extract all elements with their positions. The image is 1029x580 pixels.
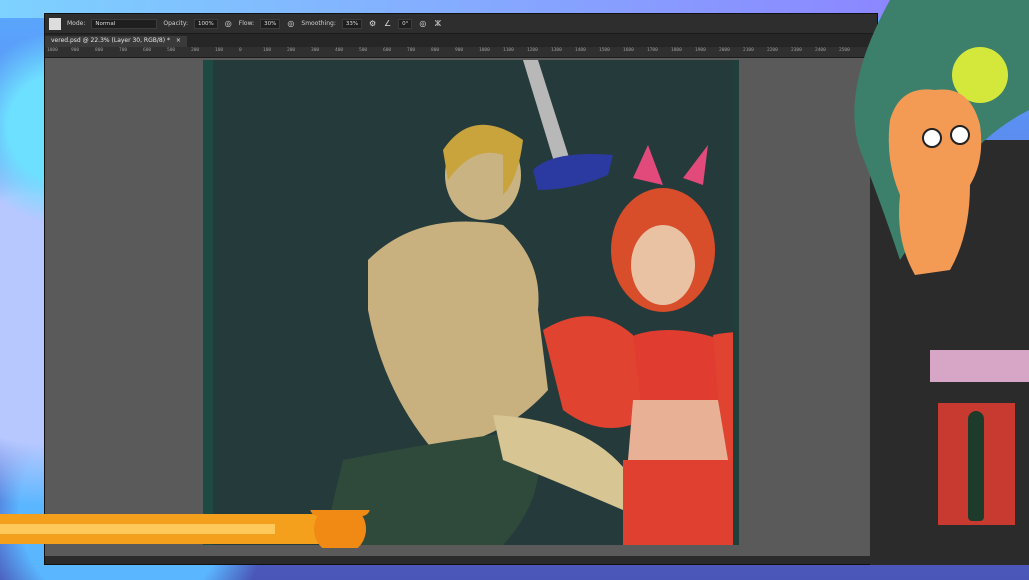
ruler-label: 900	[455, 48, 464, 53]
canvas-workspace[interactable]	[45, 58, 877, 564]
paw-icon	[314, 510, 366, 548]
pressure-opacity-icon[interactable]: ◎	[224, 19, 233, 28]
photoshop-window: Mode: Normal Opacity: 100% ◎ Flow: 30% ◎…	[45, 14, 877, 564]
progress-highlight	[0, 524, 275, 534]
document-tab-title: vered.psd @ 22.3% (Layer 30, RGB/8) *	[51, 37, 170, 44]
canvas-edge	[733, 60, 739, 545]
ruler-label: 1800	[671, 48, 682, 53]
girl-waist	[628, 400, 728, 460]
girl-face	[631, 225, 695, 305]
ruler-label: 600	[143, 48, 152, 53]
angle-field[interactable]: 0°	[398, 18, 413, 29]
ruler-label: 600	[383, 48, 392, 53]
ruler-label: 2000	[719, 48, 730, 53]
flow-field[interactable]: 30%	[260, 18, 281, 29]
ruler-label: 700	[119, 48, 128, 53]
ruler-label: 700	[407, 48, 416, 53]
ruler-label: 1400	[575, 48, 586, 53]
opacity-label: Opacity:	[163, 20, 189, 27]
settings-gear-icon[interactable]: ⚙	[368, 19, 377, 28]
symmetry-icon[interactable]: ⵣ	[433, 19, 442, 28]
reference-image-strip	[930, 350, 1029, 382]
girl-sleeve-left	[543, 316, 643, 428]
ruler-label: 900	[71, 48, 80, 53]
reference-figure	[968, 411, 984, 521]
ruler-label: 100	[263, 48, 272, 53]
horizontal-ruler: 1000 900 800 700 600 500 200 100 0 100 2…	[45, 47, 877, 58]
ruler-label: 0	[239, 48, 242, 53]
ruler-label: 1300	[551, 48, 562, 53]
girl-horn-right	[683, 145, 708, 185]
ruler-label: 1100	[503, 48, 514, 53]
brush-tool-icon[interactable]	[49, 17, 61, 30]
mode-select[interactable]: Normal	[91, 18, 158, 29]
ruler-label: 1500	[599, 48, 610, 53]
cat-eye-right	[950, 125, 970, 145]
smoothing-field[interactable]: 33%	[341, 18, 363, 29]
ruler-label: 800	[431, 48, 440, 53]
sword-hilt	[533, 154, 613, 190]
girl-shorts	[623, 460, 743, 545]
flow-label: Flow:	[238, 20, 255, 27]
ruler-label: 200	[191, 48, 200, 53]
ruler-label: 1000	[479, 48, 490, 53]
document-tab-bar: vered.psd @ 22.3% (Layer 30, RGB/8) * ×	[45, 34, 877, 47]
ruler-label: 800	[95, 48, 104, 53]
ruler-label: 500	[167, 48, 176, 53]
options-bar: Mode: Normal Opacity: 100% ◎ Flow: 30% ◎…	[45, 14, 877, 34]
ruler-label: 1700	[647, 48, 658, 53]
artwork-canvas[interactable]	[203, 60, 813, 545]
document-tab[interactable]: vered.psd @ 22.3% (Layer 30, RGB/8) * ×	[45, 36, 187, 47]
ruler-label: 200	[287, 48, 296, 53]
ruler-label: 300	[311, 48, 320, 53]
cat-eye-left	[922, 128, 942, 148]
artwork-drawing	[323, 60, 813, 545]
ruler-label: 2200	[767, 48, 778, 53]
airbrush-icon[interactable]: ◎	[286, 19, 295, 28]
angle-icon: ∠	[384, 19, 392, 28]
figure-torso	[368, 221, 548, 450]
mode-label: Mode:	[67, 20, 86, 27]
ruler-label: 500	[359, 48, 368, 53]
ruler-label: 2300	[791, 48, 802, 53]
close-tab-icon[interactable]: ×	[176, 37, 181, 44]
ruler-label: 2100	[743, 48, 754, 53]
ruler-label: 1900	[695, 48, 706, 53]
ruler-label: 1600	[623, 48, 634, 53]
reference-photo[interactable]	[938, 403, 1015, 525]
smoothing-label: Smoothing:	[301, 20, 336, 27]
ruler-label: 1000	[47, 48, 58, 53]
ruler-label: 100	[215, 48, 224, 53]
opacity-field[interactable]: 100%	[194, 18, 218, 29]
plant-cat-overlay	[854, 0, 1029, 275]
ruler-label: 1200	[527, 48, 538, 53]
horizontal-scrollbar[interactable]	[45, 556, 877, 564]
ruler-label: 400	[335, 48, 344, 53]
pressure-size-icon[interactable]: ◎	[418, 19, 427, 28]
paw-progress-bar	[0, 510, 370, 548]
girl-horn-left	[633, 145, 663, 185]
